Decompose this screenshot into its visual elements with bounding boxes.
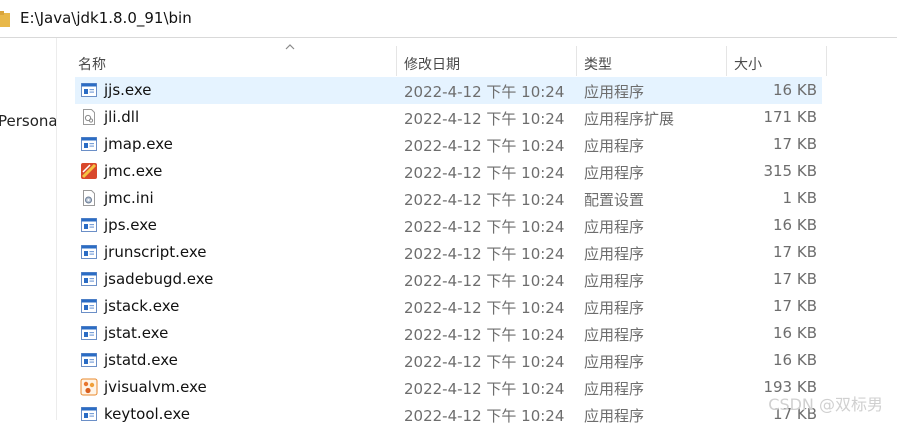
exe-icon [80,216,98,234]
exe-icon [80,270,98,288]
nav-item-personal[interactable]: Persona [0,112,56,130]
file-modified-date: 2022-4-12 下午 10:24 [404,245,565,263]
file-type: 应用程序 [584,299,645,317]
file-type: 应用程序 [584,245,645,263]
file-size: 16 KB [773,351,817,369]
file-name: jli.dll [104,108,140,126]
file-size: 17 KB [773,270,817,288]
file-row[interactable]: jli.dll 2022-4-12 下午 10:24 应用程序扩展 171 KB [75,104,822,131]
column-separator[interactable] [826,46,827,76]
file-size: 16 KB [773,81,817,99]
file-name: jjs.exe [104,81,152,99]
file-modified-date: 2022-4-12 下午 10:24 [404,380,565,398]
file-name: jstat.exe [104,324,169,342]
exe-icon [80,135,98,153]
file-modified-date: 2022-4-12 下午 10:24 [404,137,565,155]
file-row[interactable]: jps.exe 2022-4-12 下午 10:24 应用程序 16 KB [75,212,822,239]
file-row[interactable]: jsadebugd.exe 2022-4-12 下午 10:24 应用程序 17 KB [75,266,822,293]
file-type: 应用程序 [584,164,645,182]
file-name: jps.exe [104,216,157,234]
file-size: 171 KB [763,108,817,126]
file-row[interactable]: jmc.ini 2022-4-12 下午 10:24 配置设置 1 KB [75,185,822,212]
address-path[interactable]: E:\Java\jdk1.8.0_91\bin [20,9,192,27]
ini-icon [80,189,98,207]
exe-icon [80,405,98,423]
folder-icon [0,11,10,27]
file-modified-date: 2022-4-12 下午 10:24 [404,353,565,371]
file-modified-date: 2022-4-12 下午 10:24 [404,191,565,209]
exe-icon [80,351,98,369]
file-size: 1 KB [782,189,817,207]
file-size: 17 KB [773,135,817,153]
file-type: 应用程序 [584,272,645,290]
file-size: 16 KB [773,324,817,342]
file-row[interactable]: jrunscript.exe 2022-4-12 下午 10:24 应用程序 17 K… [75,239,822,266]
file-size: 17 KB [773,297,817,315]
jmc-icon [80,162,98,180]
file-name: jmc.ini [104,189,154,207]
file-modified-date: 2022-4-12 下午 10:24 [404,110,565,128]
jvisualvm-icon [80,378,98,396]
file-modified-date: 2022-4-12 下午 10:24 [404,326,565,344]
file-type: 应用程序 [584,218,645,236]
exe-icon [80,324,98,342]
exe-icon [80,81,98,99]
file-name: jstatd.exe [104,351,178,369]
file-row[interactable]: jjs.exe 2022-4-12 下午 10:24 应用程序 16 KB [75,77,822,104]
column-header-bar: 名称 修改日期 类型 大小 [57,38,897,76]
file-row[interactable]: jmap.exe 2022-4-12 下午 10:24 应用程序 17 KB [75,131,822,158]
column-header-type[interactable]: 类型 [584,54,612,74]
column-header-name[interactable]: 名称 [78,54,106,74]
pane-divider[interactable] [56,38,57,420]
file-name: jmc.exe [104,162,163,180]
file-size: 16 KB [773,216,817,234]
sort-ascending-icon [285,44,295,50]
file-type: 应用程序 [584,380,645,398]
watermark: CSDN @双标男 [768,395,883,414]
file-modified-date: 2022-4-12 下午 10:24 [404,272,565,290]
file-modified-date: 2022-4-12 下午 10:24 [404,407,565,425]
file-name: jmap.exe [104,135,173,153]
column-header-date[interactable]: 修改日期 [404,54,460,74]
column-separator[interactable] [576,46,577,76]
file-type: 应用程序 [584,407,645,425]
file-name: jvisualvm.exe [104,378,207,396]
exe-icon [80,243,98,261]
file-size: 17 KB [773,243,817,261]
file-row[interactable]: jstack.exe 2022-4-12 下午 10:24 应用程序 17 KB [75,293,822,320]
file-modified-date: 2022-4-12 下午 10:24 [404,218,565,236]
file-modified-date: 2022-4-12 下午 10:24 [404,164,565,182]
file-type: 应用程序 [584,353,645,371]
column-separator[interactable] [726,46,727,76]
address-bar[interactable]: E:\Java\jdk1.8.0_91\bin [0,0,897,38]
file-type: 应用程序 [584,326,645,344]
file-name: jstack.exe [104,297,180,315]
file-row[interactable]: jstat.exe 2022-4-12 下午 10:24 应用程序 16 KB [75,320,822,347]
file-type: 配置设置 [584,191,645,209]
file-row[interactable]: jstatd.exe 2022-4-12 下午 10:24 应用程序 16 KB [75,347,822,374]
file-type: 应用程序 [584,83,645,101]
file-name: keytool.exe [104,405,191,423]
column-header-size[interactable]: 大小 [734,54,762,74]
file-row[interactable]: jmc.exe 2022-4-12 下午 10:24 应用程序 315 KB [75,158,822,185]
file-type: 应用程序扩展 [584,110,675,128]
file-size: 315 KB [763,162,817,180]
dll-icon [80,108,98,126]
exe-icon [80,297,98,315]
navigation-pane: Persona [0,38,56,420]
column-separator[interactable] [396,46,397,76]
file-name: jsadebugd.exe [104,270,214,288]
file-type: 应用程序 [584,137,645,155]
file-name: jrunscript.exe [104,243,207,261]
file-row[interactable]: keytool.exe 2022-4-12 下午 10:24 应用程序 17 KB [75,401,822,428]
file-row[interactable]: jvisualvm.exe 2022-4-12 下午 10:24 应用程序 193 K… [75,374,822,401]
file-modified-date: 2022-4-12 下午 10:24 [404,299,565,317]
file-modified-date: 2022-4-12 下午 10:24 [404,83,565,101]
